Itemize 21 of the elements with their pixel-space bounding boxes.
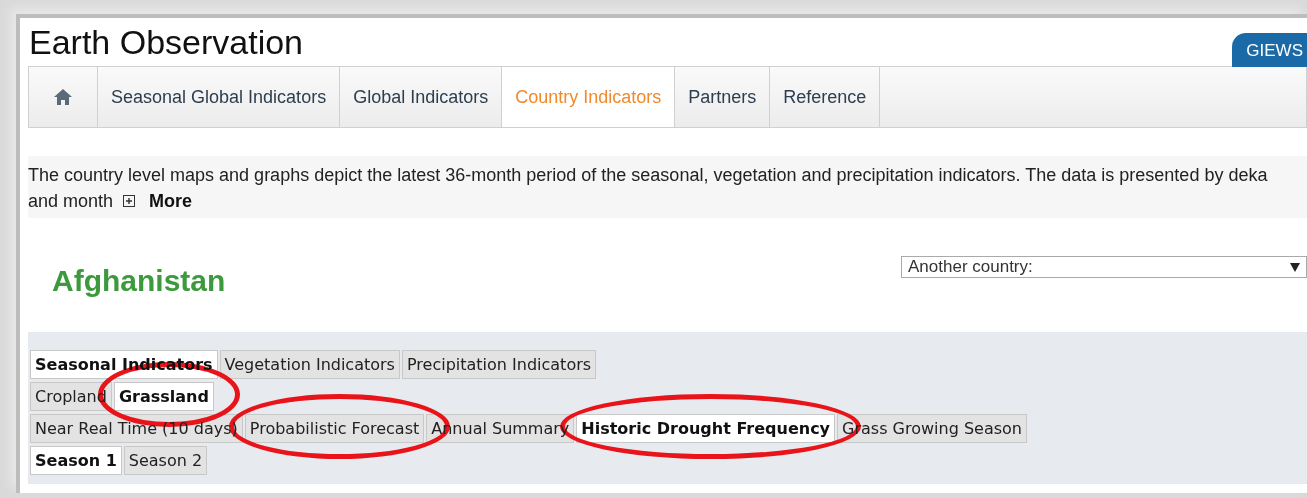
nav-tab[interactable]: Seasonal Global Indicators [98, 67, 341, 127]
tab[interactable]: Historic Drought Frequency [576, 414, 836, 443]
expand-icon[interactable] [123, 195, 136, 207]
tab[interactable]: Season 1 [30, 446, 122, 475]
nav-tab[interactable]: Partners [675, 67, 771, 127]
nav-tab[interactable]: Reference [770, 67, 881, 127]
home-icon [53, 88, 73, 106]
country-select[interactable]: Another country: [901, 256, 1307, 278]
tab[interactable]: Vegetation Indicators [219, 350, 400, 379]
giews-button[interactable]: GIEWS [1232, 33, 1307, 67]
more-link[interactable]: More [149, 188, 193, 214]
tab[interactable]: Seasonal Indicators [30, 350, 218, 379]
site-title: Earth Observation [28, 22, 304, 62]
tab[interactable]: Season 2 [123, 446, 208, 475]
intro-text: The country level maps and graphs depict the latest 36-month period of the seasonal, vegetation and precipitation indicators. The data is presented by deka [28, 164, 1268, 187]
tab[interactable]: Probabilistic Forecast [244, 414, 425, 443]
dropdown-arrow-icon [1290, 262, 1300, 272]
tab[interactable]: Grassland [113, 382, 214, 411]
tab[interactable]: Precipitation Indicators [401, 350, 597, 379]
country-name: Afghanistan [51, 264, 226, 298]
intro-text: and month [28, 190, 114, 213]
